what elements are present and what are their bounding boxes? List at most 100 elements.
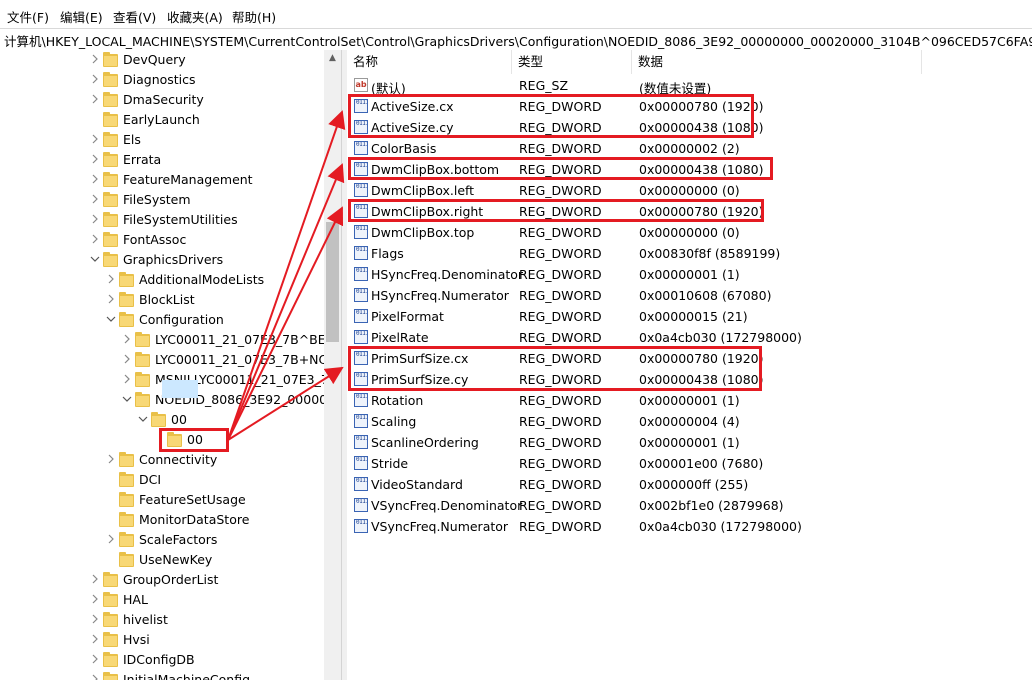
tree-item[interactable]: InitialMachineConfig bbox=[90, 670, 330, 680]
column-header-data[interactable]: 数据 bbox=[632, 50, 922, 74]
tree-item[interactable]: Els bbox=[90, 130, 330, 150]
column-header-name[interactable]: 名称 bbox=[347, 50, 512, 74]
tree-item[interactable]: UseNewKey bbox=[106, 550, 330, 570]
chevron-right-icon[interactable] bbox=[106, 453, 116, 465]
tree-item[interactable]: EarlyLaunch bbox=[90, 110, 330, 130]
value-type: REG_DWORD bbox=[519, 246, 602, 261]
value-row[interactable]: ab (默认) REG_SZ (数值未设置) bbox=[347, 75, 1032, 96]
value-row[interactable]: 011110Stride REG_DWORD 0x00001e00 (7680) bbox=[347, 453, 1032, 474]
value-name: ActiveSize.cx bbox=[371, 99, 454, 114]
binary-value-icon: 011110 bbox=[354, 225, 368, 239]
value-row[interactable]: 011110PrimSurfSize.cy REG_DWORD 0x00000438… bbox=[347, 369, 1032, 390]
tree-item[interactable]: LYC00011_21_07E3_7B+NOED bbox=[122, 350, 341, 370]
tree-item[interactable]: MSNILLYC00011_21_07E3_7B bbox=[122, 370, 337, 390]
menu-file[interactable]: 文件(F) bbox=[7, 7, 49, 26]
value-row[interactable]: 011110VSyncFreq.Numerator REG_DWORD 0x0a4c… bbox=[347, 516, 1032, 537]
value-row[interactable]: 011110ScanlineOrdering REG_DWORD 0x0000000… bbox=[347, 432, 1032, 453]
tree-item[interactable]: DevQuery bbox=[90, 50, 330, 70]
value-row[interactable]: 011110PrimSurfSize.cx REG_DWORD 0x00000780… bbox=[347, 348, 1032, 369]
tree-item[interactable]: LYC00011_21_07E3_7B^BE13A bbox=[122, 330, 341, 350]
tree-item[interactable]: MonitorDataStore bbox=[106, 510, 330, 530]
chevron-right-icon[interactable] bbox=[90, 633, 100, 645]
tree-item[interactable]: 00 bbox=[138, 410, 330, 430]
value-row[interactable]: 011110HSyncFreq.Numerator REG_DWORD 0x0001… bbox=[347, 285, 1032, 306]
value-row[interactable]: 011110Rotation REG_DWORD 0x00000001 (1) bbox=[347, 390, 1032, 411]
tree-item[interactable]: hivelist bbox=[90, 610, 330, 630]
value-row[interactable]: 011110Scaling REG_DWORD 0x00000004 (4) bbox=[347, 411, 1032, 432]
chevron-right-icon[interactable] bbox=[90, 673, 100, 680]
chevron-right-icon[interactable] bbox=[90, 153, 100, 165]
value-row[interactable]: 011110VideoStandard REG_DWORD 0x000000ff (… bbox=[347, 474, 1032, 495]
tree-item[interactable]: ScaleFactors bbox=[106, 530, 330, 550]
tree-item[interactable]: IDConfigDB bbox=[90, 650, 330, 670]
value-row[interactable]: 011110HSyncFreq.DenominatorREG_DWORD 0x00… bbox=[347, 264, 1032, 285]
tree-item[interactable]: DCI bbox=[106, 470, 330, 490]
address-bar[interactable]: 计算机\HKEY_LOCAL_MACHINE\SYSTEM\CurrentCon… bbox=[0, 28, 1032, 51]
binary-value-icon: 011110 bbox=[354, 204, 368, 218]
tree-item[interactable]: FileSystemUtilities bbox=[90, 210, 330, 230]
value-row[interactable]: 011110ActiveSize.cx REG_DWORD 0x00000780 (… bbox=[347, 96, 1032, 117]
value-row[interactable]: 011110PixelFormat REG_DWORD 0x00000015 (21… bbox=[347, 306, 1032, 327]
value-row[interactable]: 011110DwmClipBox.left REG_DWORD 0x00000000… bbox=[347, 180, 1032, 201]
tree-scrollbar[interactable] bbox=[324, 50, 341, 680]
chevron-right-icon[interactable] bbox=[90, 593, 100, 605]
tree-item[interactable]: FontAssoc bbox=[90, 230, 330, 250]
tree-item[interactable]: Configuration bbox=[106, 310, 330, 330]
value-row[interactable]: 011110DwmClipBox.bottom REG_DWORD 0x000004… bbox=[347, 159, 1032, 180]
value-data: 0x00000004 (4) bbox=[639, 414, 740, 429]
chevron-right-icon[interactable] bbox=[122, 353, 132, 365]
menu-help[interactable]: 帮助(H) bbox=[232, 7, 276, 26]
value-row[interactable]: 011110Flags REG_DWORD 0x00830f8f (8589199) bbox=[347, 243, 1032, 264]
tree-item[interactable]: Diagnostics bbox=[90, 70, 330, 90]
tree-item[interactable]: Hvsi bbox=[90, 630, 330, 650]
chevron-right-icon[interactable] bbox=[90, 93, 100, 105]
value-list: 名称 类型 数据 ab(默认)REG_SZ(数值未设置)011110Active… bbox=[347, 50, 1032, 680]
tree-item[interactable]: GroupOrderList bbox=[90, 570, 330, 590]
tree-item[interactable]: Connectivity bbox=[106, 450, 330, 470]
value-row[interactable]: 011110VSyncFreq.DenominatorREG_DWORD 0x00… bbox=[347, 495, 1032, 516]
tree-item[interactable]: Errata bbox=[90, 150, 330, 170]
chevron-right-icon[interactable] bbox=[90, 233, 100, 245]
chevron-right-icon[interactable] bbox=[90, 173, 100, 185]
chevron-down-icon[interactable] bbox=[106, 313, 116, 325]
tree-item[interactable]: BlockList bbox=[106, 290, 330, 310]
chevron-right-icon[interactable] bbox=[90, 213, 100, 225]
column-header-type[interactable]: 类型 bbox=[512, 50, 632, 74]
tree-item[interactable]: 00 bbox=[154, 430, 330, 450]
value-row[interactable]: 011110ActiveSize.cy REG_DWORD 0x00000438 (… bbox=[347, 117, 1032, 138]
scroll-up-arrow-icon[interactable]: ▲ bbox=[324, 50, 341, 67]
chevron-right-icon[interactable] bbox=[90, 193, 100, 205]
tree-item[interactable]: NOEDID_8086_3E92_0000000 bbox=[122, 390, 341, 410]
menu-view[interactable]: 查看(V) bbox=[113, 7, 156, 26]
tree-item[interactable]: GraphicsDrivers bbox=[90, 250, 330, 270]
value-row[interactable]: 011110PixelRate REG_DWORD 0x0a4cb030 (1727… bbox=[347, 327, 1032, 348]
menu-edit[interactable]: 编辑(E) bbox=[60, 7, 103, 26]
tree-item[interactable]: DmaSecurity bbox=[90, 90, 330, 110]
chevron-down-icon[interactable] bbox=[122, 393, 132, 405]
tree-item[interactable]: HAL bbox=[90, 590, 330, 610]
value-row[interactable]: 011110ColorBasis REG_DWORD 0x00000002 (2) bbox=[347, 138, 1032, 159]
chevron-right-icon[interactable] bbox=[90, 573, 100, 585]
chevron-right-icon[interactable] bbox=[90, 53, 100, 65]
chevron-right-icon[interactable] bbox=[90, 653, 100, 665]
chevron-right-icon[interactable] bbox=[106, 293, 116, 305]
chevron-right-icon[interactable] bbox=[90, 73, 100, 85]
chevron-right-icon[interactable] bbox=[90, 133, 100, 145]
tree-item[interactable]: FeatureSetUsage bbox=[106, 490, 330, 510]
address-path: 计算机\HKEY_LOCAL_MACHINE\SYSTEM\CurrentCon… bbox=[4, 34, 1032, 49]
chevron-down-icon[interactable] bbox=[138, 413, 148, 425]
tree-item[interactable]: AdditionalModeLists bbox=[106, 270, 330, 290]
chevron-right-icon[interactable] bbox=[106, 533, 116, 545]
value-row[interactable]: 011110DwmClipBox.top REG_DWORD 0x00000000 … bbox=[347, 222, 1032, 243]
tree-item[interactable]: FeatureManagement bbox=[90, 170, 330, 190]
chevron-down-icon[interactable] bbox=[90, 253, 100, 265]
tree-item[interactable]: FileSystem bbox=[90, 190, 330, 210]
chevron-right-icon[interactable] bbox=[106, 273, 116, 285]
chevron-right-icon[interactable] bbox=[122, 333, 132, 345]
chevron-right-icon[interactable] bbox=[90, 613, 100, 625]
chevron-right-icon[interactable] bbox=[122, 373, 132, 385]
value-row[interactable]: 011110DwmClipBox.right REG_DWORD 0x0000078… bbox=[347, 201, 1032, 222]
menu-favorites[interactable]: 收藏夹(A) bbox=[167, 7, 223, 26]
value-data: 0x00000438 (1080) bbox=[639, 120, 764, 135]
tree-scrollbar-thumb[interactable] bbox=[326, 222, 339, 342]
